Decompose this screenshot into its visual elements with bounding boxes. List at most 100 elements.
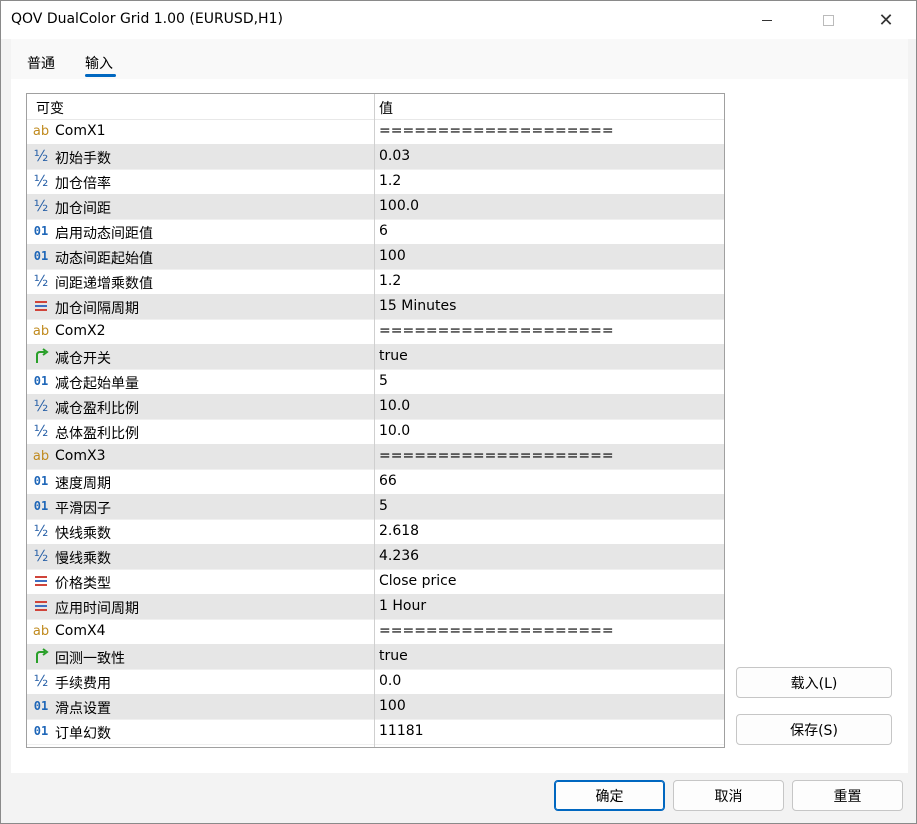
parameter-name: 滑点设置 [55, 701, 111, 717]
parameter-row[interactable]: 加仓间隔周期 15 Minutes [27, 294, 724, 320]
parameter-value[interactable]: 6 [379, 223, 388, 239]
parameter-row[interactable]: ½ 间距递增乘数值 1.2 [27, 269, 724, 295]
double-icon: ½ [33, 422, 49, 440]
parameter-value[interactable]: 5 [379, 498, 388, 514]
header-variable: 可变 [36, 101, 64, 117]
load-button[interactable]: 载入(L) [736, 667, 892, 698]
column-divider[interactable] [374, 94, 375, 747]
integer-icon: 01 [33, 249, 49, 263]
parameter-row[interactable]: ½ 总体盈利比例 10.0 [27, 419, 724, 445]
parameter-value[interactable]: Close price [379, 573, 456, 589]
parameter-name: 减仓盈利比例 [55, 401, 139, 417]
double-icon: ½ [33, 547, 49, 565]
parameter-value[interactable]: ==================== [379, 123, 614, 139]
parameter-value[interactable]: 1.2 [379, 273, 401, 289]
minimize-icon [762, 19, 772, 21]
parameter-row[interactable]: ab ComX3 ==================== [27, 444, 724, 470]
integer-icon: 01 [33, 499, 49, 513]
parameter-row[interactable]: 01 速度周期 66 [27, 469, 724, 495]
parameter-name: 应用时间周期 [55, 601, 139, 617]
parameters-grid[interactable]: 可变 值 ab ComX1 ==================== ½ 初始手数 0.0… [26, 93, 725, 748]
boolean-arrow-icon [31, 347, 51, 365]
double-icon: ½ [33, 272, 49, 290]
parameter-name: 速度周期 [55, 476, 111, 492]
cancel-button[interactable]: 取消 [673, 780, 784, 811]
active-tab-indicator [85, 74, 116, 77]
parameter-name: 间距递增乘数值 [55, 276, 153, 292]
parameter-value[interactable]: ==================== [379, 623, 614, 639]
parameter-row[interactable]: 01 减仓起始单量 5 [27, 369, 724, 395]
tab-general[interactable]: 普通 [27, 53, 55, 73]
parameter-row[interactable]: 应用时间周期 1 Hour [27, 594, 724, 620]
parameter-name: ComX1 [55, 123, 106, 139]
parameter-name: 动态间距起始值 [55, 251, 153, 267]
parameter-value[interactable]: 0.03 [379, 148, 410, 164]
parameter-name: 订单幻数 [55, 726, 111, 742]
tab-bar: 普通 输入 [11, 39, 908, 79]
parameter-row[interactable]: ½ 快线乘数 2.618 [27, 519, 724, 545]
parameter-value[interactable]: 15 Minutes [379, 298, 456, 314]
parameter-value[interactable]: 66 [379, 473, 397, 489]
parameter-value[interactable]: 4.236 [379, 548, 419, 564]
parameter-row[interactable]: ab ComX4 ==================== [27, 619, 724, 645]
ok-button[interactable]: 确定 [554, 780, 665, 811]
parameter-value[interactable]: true [379, 648, 408, 664]
parameter-row[interactable]: ½ 加仓间距 100.0 [27, 194, 724, 220]
parameter-row[interactable]: ab ComX2 ==================== [27, 319, 724, 345]
header-value: 值 [379, 101, 393, 117]
close-button[interactable]: ✕ [863, 1, 909, 39]
parameter-row[interactable]: ab ComX1 ==================== [27, 119, 724, 145]
parameter-value[interactable]: 1 Hour [379, 598, 426, 614]
parameter-name: ComX2 [55, 323, 106, 339]
maximize-button[interactable] [805, 1, 851, 39]
parameter-name: 平滑因子 [55, 501, 111, 517]
enum-list-icon [31, 297, 51, 315]
parameter-name: 加仓倍率 [55, 176, 111, 192]
enum-list-icon [31, 597, 51, 615]
minimize-button[interactable] [744, 1, 790, 39]
parameter-row[interactable]: ½ 加仓倍率 1.2 [27, 169, 724, 195]
parameter-value[interactable]: 0.0 [379, 673, 401, 689]
parameter-value[interactable]: 2.618 [379, 523, 419, 539]
parameter-value[interactable]: 5 [379, 373, 388, 389]
parameter-row[interactable]: ½ 减仓盈利比例 10.0 [27, 394, 724, 420]
double-icon: ½ [33, 197, 49, 215]
tab-inputs[interactable]: 输入 [85, 53, 113, 73]
parameter-value[interactable]: ==================== [379, 448, 614, 464]
save-button[interactable]: 保存(S) [736, 714, 892, 745]
parameter-row[interactable]: 减仓开关 true [27, 344, 724, 370]
parameter-value[interactable]: 10.0 [379, 398, 410, 414]
parameter-row[interactable]: 回测一致性 true [27, 644, 724, 670]
parameter-name: 价格类型 [55, 576, 111, 592]
parameter-row[interactable]: 01 动态间距起始值 100 [27, 244, 724, 270]
parameter-value[interactable]: 11181 [379, 723, 424, 739]
double-icon: ½ [33, 397, 49, 415]
double-icon: ½ [33, 172, 49, 190]
parameter-row[interactable]: ½ 慢线乘数 4.236 [27, 544, 724, 570]
parameter-row[interactable]: 01 启用动态间距值 6 [27, 219, 724, 245]
parameter-value[interactable]: 1.2 [379, 173, 401, 189]
parameter-value[interactable]: 100.0 [379, 198, 419, 214]
parameter-row[interactable]: 01 订单幻数 11181 [27, 719, 724, 745]
integer-icon: 01 [33, 699, 49, 713]
parameter-row[interactable]: ½ 手续费用 0.0 [27, 669, 724, 695]
integer-icon: 01 [33, 224, 49, 238]
parameter-value[interactable]: ==================== [379, 323, 614, 339]
parameter-value[interactable]: 10.0 [379, 423, 410, 439]
parameter-value[interactable]: 100 [379, 698, 406, 714]
parameter-row[interactable]: 01 平滑因子 5 [27, 494, 724, 520]
parameter-name: 启用动态间距值 [55, 226, 153, 242]
parameter-value[interactable]: 100 [379, 248, 406, 264]
parameter-name: 减仓开关 [55, 351, 111, 367]
string-icon: ab [32, 623, 50, 639]
parameter-row[interactable]: ½ 初始手数 0.03 [27, 144, 724, 170]
parameter-row[interactable]: 01 滑点设置 100 [27, 694, 724, 720]
parameter-value[interactable]: true [379, 348, 408, 364]
string-icon: ab [32, 123, 50, 139]
parameter-name: 加仓间距 [55, 201, 111, 217]
reset-button[interactable]: 重置 [792, 780, 903, 811]
window-title: QOV DualColor Grid 1.00 (EURUSD,H1) [11, 11, 283, 27]
enum-list-icon [31, 572, 51, 590]
parameter-row[interactable]: 价格类型 Close price [27, 569, 724, 595]
parameter-name: 回测一致性 [55, 651, 125, 667]
